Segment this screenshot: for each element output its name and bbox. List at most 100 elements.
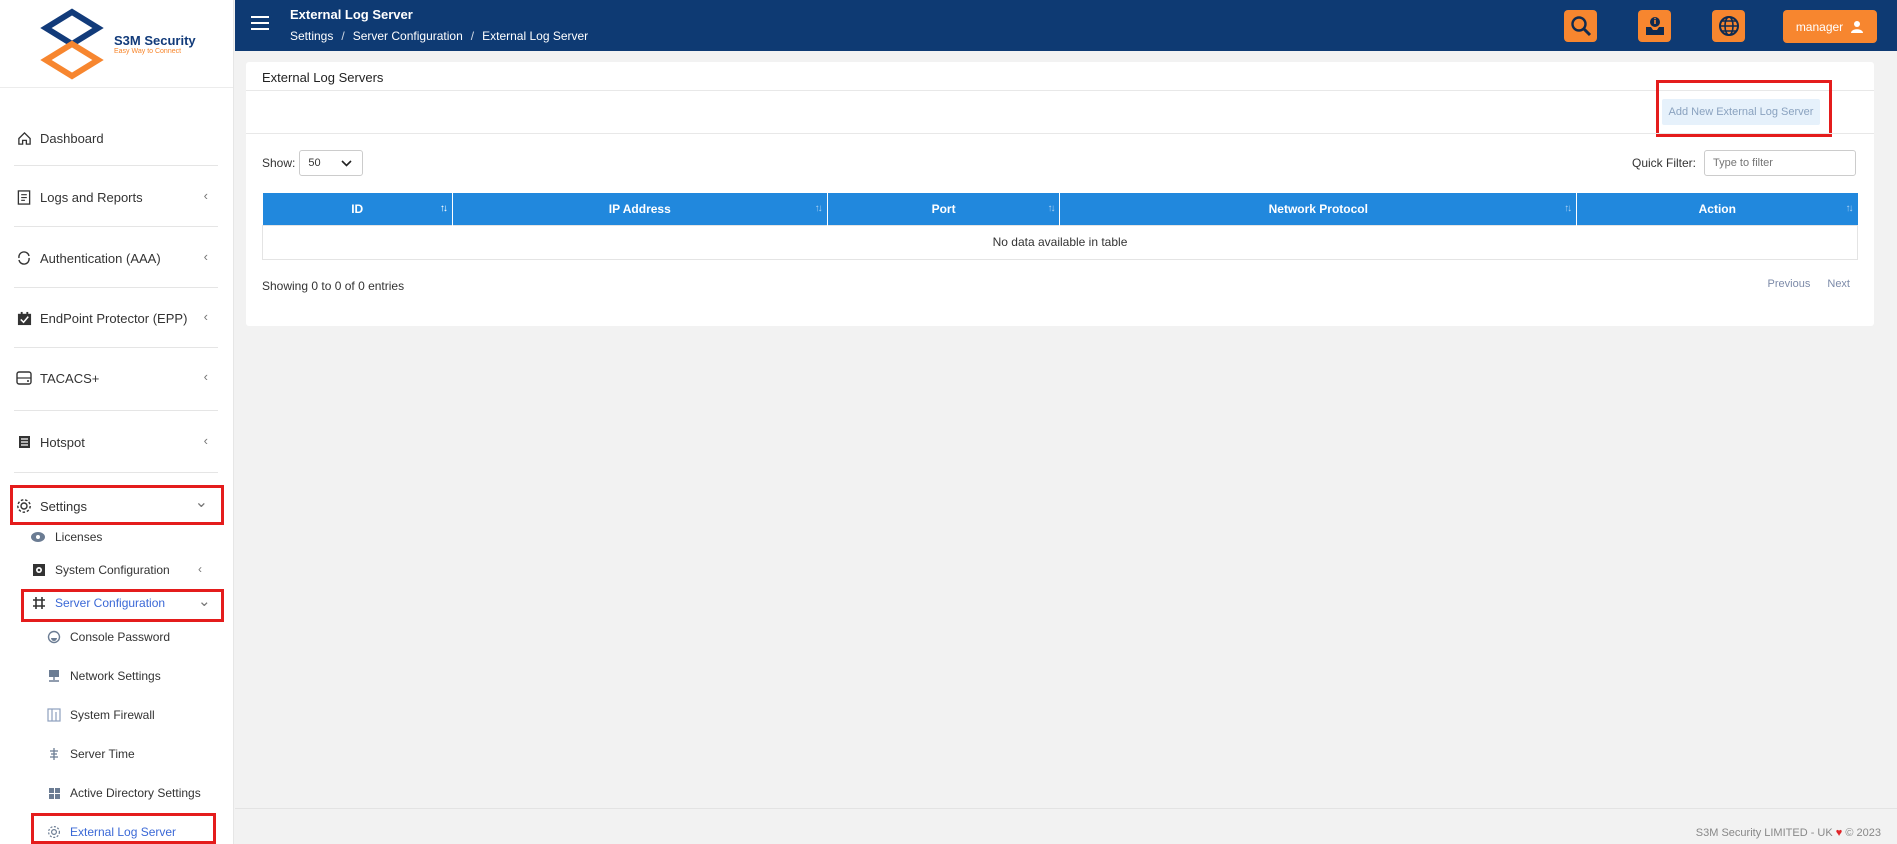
footer-year: © 2023	[1845, 827, 1881, 839]
sidebar-item-system-configuration[interactable]: System Configuration ‹	[30, 559, 210, 581]
quick-filter-label: Quick Filter:	[1632, 156, 1697, 170]
table-info: Showing 0 to 0 of 0 entries	[262, 279, 405, 293]
column-header-network-protocol[interactable]: Network Protocol ↑↓	[1059, 193, 1578, 225]
sidebar-item-active-directory-settings[interactable]: Active Directory Settings	[45, 782, 201, 804]
page-length-value: 50	[308, 157, 321, 169]
show-label: Show:	[262, 156, 296, 170]
chevron-left-icon: ‹	[198, 562, 202, 576]
sidebar-item-hotspot[interactable]: Hotspot ‹	[14, 422, 218, 462]
breadcrumb-external-log-server: External Log Server	[482, 29, 589, 43]
sidebar-item-licenses[interactable]: Licenses	[30, 526, 102, 548]
sidebar-item-label: Logs and Reports	[40, 189, 143, 205]
next-page-button[interactable]: Next	[1827, 278, 1850, 290]
sidebar-item-label: TACACS+	[40, 370, 100, 386]
chevron-left-icon: ‹	[203, 249, 208, 264]
sidebar-item-label: Network Settings	[70, 669, 161, 683]
divider	[246, 90, 1874, 91]
column-header-ip-address[interactable]: IP Address ↑↓	[452, 193, 828, 225]
search-icon	[1570, 16, 1591, 37]
sidebar-item-server-time[interactable]: Server Time	[45, 743, 135, 765]
divider	[14, 410, 218, 411]
console-icon	[45, 628, 63, 646]
firewall-icon	[45, 706, 63, 724]
license-icon	[30, 528, 48, 546]
sidebar-item-label: Licenses	[55, 530, 103, 544]
brand-logo[interactable]: S3M Security Easy Way to Connect	[0, 0, 233, 88]
divider	[14, 472, 218, 473]
quick-filter-input[interactable]	[1704, 150, 1857, 176]
sidebar-item-system-firewall[interactable]: System Firewall	[45, 704, 155, 726]
username: manager	[1795, 19, 1844, 34]
home-icon	[14, 128, 34, 148]
search-button[interactable]	[1564, 10, 1597, 42]
divider	[14, 347, 218, 348]
footer-copyright: S3M Security LIMITED - UK ♥ © 2023	[1696, 827, 1881, 839]
sidebar-item-label: Hotspot	[40, 434, 85, 450]
breadcrumb: Settings / Server Configuration / External L…	[290, 29, 589, 43]
column-label: Network Protocol	[1268, 201, 1368, 216]
sidebar-item-authentication[interactable]: Authentication (AAA) ‹	[14, 238, 218, 278]
sidebar-item-logs-and-reports[interactable]: Logs and Reports ‹	[14, 177, 218, 217]
hamburger-menu-icon[interactable]	[251, 16, 269, 30]
column-label: IP Address	[608, 201, 671, 216]
column-header-action[interactable]: Action ↑↓	[1576, 193, 1858, 225]
divider	[246, 133, 1874, 134]
sync-icon	[14, 248, 34, 268]
previous-page-button[interactable]: Previous	[1768, 278, 1811, 290]
sidebar-item-label: Authentication (AAA)	[40, 250, 161, 266]
language-button[interactable]	[1712, 10, 1745, 42]
highlight-add-button	[1656, 80, 1832, 137]
breadcrumb-server-configuration[interactable]: Server Configuration	[353, 29, 463, 43]
sidebar-item-label: Console Password	[70, 630, 171, 644]
sidebar-item-label: EndPoint Protector (EPP)	[40, 310, 188, 326]
sidebar-item-tacacs[interactable]: TACACS+ ‹	[14, 358, 218, 398]
card-title: External Log Servers	[262, 70, 384, 85]
sidebar: S3M Security Easy Way to Connect Dashboa…	[0, 0, 234, 844]
quick-filter: Quick Filter:	[1632, 150, 1857, 176]
column-header-id[interactable]: ID ↑↓	[262, 193, 453, 225]
page-length-select[interactable]: 50	[299, 150, 364, 176]
user-menu-button[interactable]: manager	[1783, 10, 1877, 43]
empty-table-message: No data available in table	[262, 224, 1858, 260]
chevron-left-icon: ‹	[203, 309, 208, 324]
list-icon	[14, 432, 34, 452]
footer-company: S3M Security LIMITED - UK	[1695, 827, 1833, 839]
report-icon	[14, 187, 34, 207]
external-log-servers-card: External Log Servers Add New External Lo…	[246, 62, 1874, 326]
divider	[14, 287, 218, 288]
sidebar-item-label: System Firewall	[70, 708, 155, 722]
inbox-info-icon	[1645, 17, 1664, 35]
chevron-left-icon: ‹	[203, 188, 208, 203]
sidebar-item-label: Dashboard	[40, 130, 104, 146]
chevron-left-icon: ‹	[203, 433, 208, 448]
notifications-button[interactable]	[1638, 10, 1671, 42]
brand-name: S3M Security	[114, 32, 196, 48]
sidebar-item-label: Server Time	[70, 747, 135, 761]
sort-icon: ↑↓	[1047, 203, 1055, 214]
sidebar-item-dashboard[interactable]: Dashboard	[14, 118, 218, 158]
system-icon	[30, 561, 48, 579]
column-header-port[interactable]: Port ↑↓	[827, 193, 1061, 225]
s3m-logo-icon	[40, 7, 104, 80]
network-settings-icon	[45, 667, 63, 685]
sort-icon: ↑↓	[439, 203, 448, 214]
page-title: External Log Server	[290, 7, 413, 22]
heart-icon: ♥	[1835, 827, 1843, 839]
page-length-control: Show: 50	[262, 150, 364, 176]
sidebar-item-network-settings[interactable]: Network Settings	[45, 665, 161, 687]
highlight-server-configuration	[21, 589, 224, 622]
sidebar-item-label: System Configuration	[55, 563, 170, 577]
chevron-down-icon	[341, 159, 352, 167]
clock-icon	[45, 745, 63, 763]
breadcrumb-settings[interactable]: Settings	[290, 29, 333, 43]
column-label: Port	[931, 201, 956, 216]
pagination: Previous Next	[1754, 278, 1850, 290]
sidebar-item-console-password[interactable]: Console Password	[45, 626, 170, 648]
divider	[14, 165, 218, 166]
server-icon	[14, 368, 34, 388]
sidebar-item-endpoint-protector[interactable]: EndPoint Protector (EPP) ‹	[14, 298, 218, 338]
brand-tagline: Easy Way to Connect	[114, 47, 182, 55]
column-label: ID	[351, 201, 364, 216]
calendar-check-icon	[14, 308, 34, 328]
external-log-servers-table: ID ↑↓ IP Address ↑↓ Port ↑↓ Network Protoco…	[262, 193, 1858, 260]
